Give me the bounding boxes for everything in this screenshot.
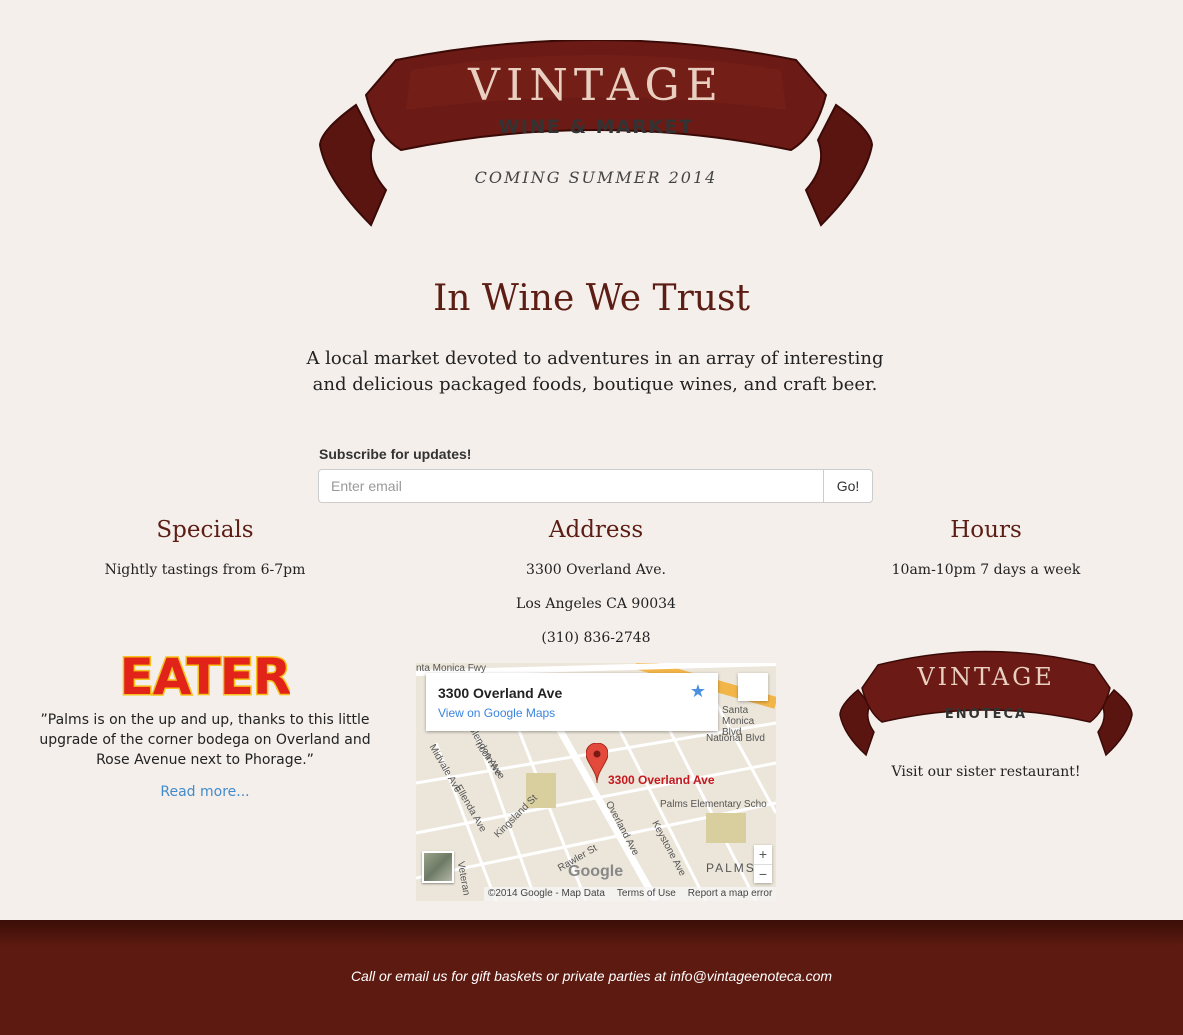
enoteca-logo-sub-text: ENOTECA (945, 707, 1027, 722)
map-street-label: Palms Elementary Scho (660, 799, 767, 810)
logo-brand-text: VINTAGE (467, 60, 724, 111)
google-watermark: Google (568, 863, 624, 880)
zoom-out-button[interactable]: − (754, 864, 772, 883)
address-section: Address 3300 Overland Ave. Los Angeles C… (416, 514, 776, 648)
address-phone: (310) 836-2748 (541, 630, 651, 646)
satellite-toggle[interactable] (422, 851, 454, 883)
specials-text: Nightly tastings from 6-7pm (104, 562, 306, 578)
enoteca-logo-main-text: VINTAGE (916, 663, 1055, 691)
hero-description-line1: A local market devoted to adventures in … (306, 348, 884, 369)
map-copyright: ©2014 Google - Map Data (488, 888, 605, 899)
page-title: In Wine We Trust (433, 278, 750, 319)
logo-sub-text: WINE & MARKET (498, 116, 693, 138)
vintage-logo: VINTAGE WINE & MARKET COMING SUMMER 2014 (316, 39, 876, 235)
footer: Call or email us for gift baskets or pri… (0, 920, 1183, 1035)
map-pin-label: 3300 Overland Ave (608, 773, 715, 787)
star-icon[interactable]: ★ (690, 681, 706, 702)
logo-tagline: COMING SUMMER 2014 (475, 168, 718, 187)
specials-heading: Specials (156, 517, 254, 543)
map-info-card: 3300 Overland Ave View on Google Maps ★ (426, 673, 718, 731)
subscribe-label: Subscribe for updates! (319, 446, 472, 462)
map-street-label: National Blvd (706, 733, 765, 744)
map-area-label: PALMS (706, 861, 756, 875)
eater-logo-text: EATER (120, 650, 290, 700)
address-heading: Address (548, 517, 644, 543)
read-more-link[interactable]: Read more... (25, 784, 385, 800)
hero-description: A local market devoted to adventures in … (300, 346, 890, 398)
map-embed[interactable]: nta Monica Fwy Santa Monica Blvd Nationa… (416, 663, 776, 901)
hero-description-line2: and delicious packaged foods, boutique w… (312, 374, 878, 395)
hours-heading: Hours (950, 517, 1022, 543)
hours-text: 10am-10pm 7 days a week (891, 562, 1081, 578)
address-city: Los Angeles CA 90034 (516, 596, 676, 612)
map-pin-icon[interactable] (586, 743, 608, 783)
sister-restaurant-text: Visit our sister restaurant! (891, 764, 1081, 780)
ribbon-banner-graphic: VINTAGE WINE & MARKET COMING SUMMER 2014 (318, 39, 874, 227)
footer-text: Call or email us for gift baskets or pri… (350, 968, 833, 984)
map-terms-link[interactable]: Terms of Use (617, 887, 676, 901)
specials-section: Specials Nightly tastings from 6-7pm (25, 514, 385, 580)
hours-section: Hours 10am-10pm 7 days a week (806, 514, 1166, 580)
eater-logo: EATER (118, 647, 293, 708)
email-field[interactable] (318, 469, 823, 503)
map-footer: ©2014 Google - Map Data Terms of Use Rep… (484, 887, 776, 901)
enoteca-logo[interactable]: VINTAGE ENOTECA (838, 650, 1134, 760)
address-street: 3300 Overland Ave. (526, 562, 666, 578)
subscribe-button[interactable]: Go! (823, 469, 873, 503)
view-on-google-maps-link[interactable]: View on Google Maps (438, 706, 555, 720)
subscribe-form: Go! (318, 469, 873, 503)
map-zoom-control: + − (754, 845, 772, 883)
press-quote: ”Palms is on the up and up, thanks to th… (39, 712, 371, 768)
map-report-link[interactable]: Report a map error (688, 887, 772, 901)
map-fullscreen-button[interactable] (738, 673, 768, 701)
map-card-title: 3300 Overland Ave (438, 685, 563, 701)
zoom-in-button[interactable]: + (754, 845, 772, 864)
